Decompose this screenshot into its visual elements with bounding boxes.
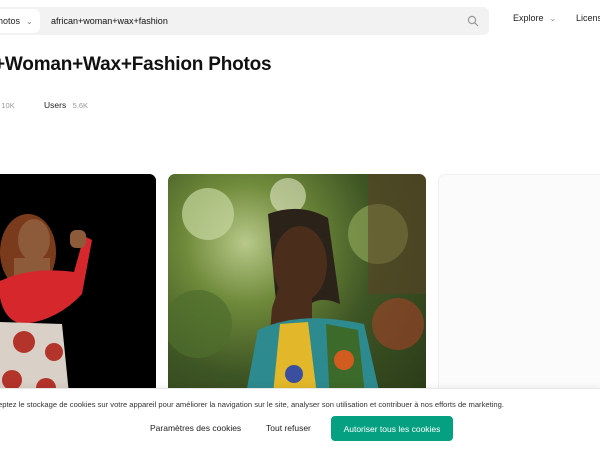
nav-license[interactable]: Licens: [576, 13, 600, 23]
cookie-settings-button[interactable]: Paramètres des cookies: [150, 423, 241, 433]
chevron-down-icon: ⌄: [26, 16, 33, 26]
tab-count: 5.6K: [72, 101, 89, 110]
chevron-down-icon: ⌄: [549, 13, 557, 23]
tab-photos[interactable]: os 10K: [0, 100, 15, 110]
search-bar[interactable]: hotos ⌄ african+woman+wax+fashion: [0, 7, 489, 35]
page-title: +Woman+Wax+Fashion Photos: [0, 54, 272, 75]
nav-explore[interactable]: Explore ⌄: [513, 13, 556, 23]
tab-label: Users: [44, 100, 67, 110]
photo-card[interactable]: [0, 174, 156, 404]
nav-explore-label: Explore: [513, 13, 544, 23]
tab-users[interactable]: Users 5.6K: [44, 100, 88, 110]
cookie-text: eptez le stockage de cookies sur votre a…: [0, 400, 504, 409]
top-header: hotos ⌄ african+woman+wax+fashion Explor…: [0, 0, 600, 42]
refuse-all-button[interactable]: Tout refuser: [266, 423, 311, 433]
tab-count: 10K: [1, 101, 15, 110]
cookie-banner: eptez le stockage de cookies sur votre a…: [0, 388, 600, 451]
photo-card-placeholder: [438, 174, 600, 406]
photo-image: [168, 174, 426, 404]
accept-all-button[interactable]: Autoriser tous les cookies: [331, 416, 453, 441]
search-type-dropdown[interactable]: hotos ⌄: [0, 9, 40, 33]
photo-card[interactable]: [168, 174, 426, 404]
photo-image: [0, 174, 156, 404]
search-icon[interactable]: [467, 15, 479, 27]
search-input[interactable]: african+woman+wax+fashion: [51, 7, 168, 35]
search-type-label: hotos: [0, 16, 21, 26]
